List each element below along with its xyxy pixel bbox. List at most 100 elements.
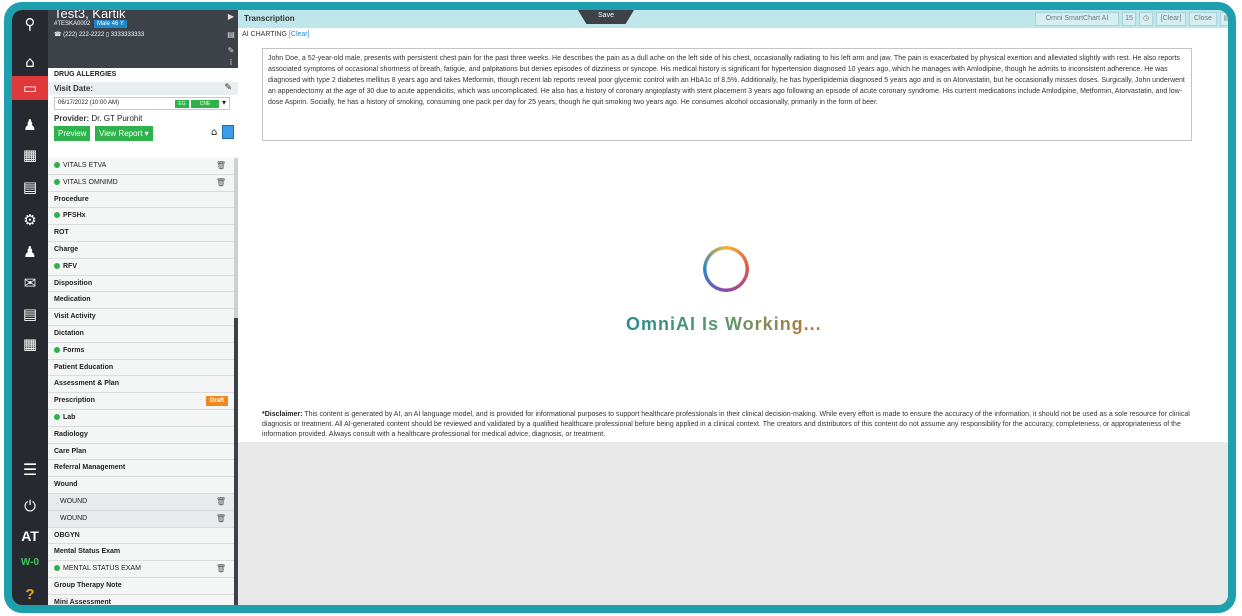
power-icon[interactable]: ⏻ — [12, 494, 48, 518]
patient-billing-icon[interactable]: ♟ — [12, 240, 48, 264]
menu-item-label: Group Therapy Note — [54, 581, 122, 589]
status-dot-icon — [54, 178, 60, 185]
expand-arrow-icon[interactable]: ▶ — [224, 12, 238, 21]
visit-date-bar: Visit Date: ✎ — [48, 82, 238, 95]
menu-item-label: Charge — [54, 245, 79, 253]
bell-icon[interactable]: ⌂ — [211, 127, 217, 138]
menu-item[interactable]: Lab — [48, 410, 234, 427]
dollar-gear-icon[interactable]: ⚙ — [12, 208, 48, 232]
visit-date-value: 06/17/2022 (10:00 AM) — [58, 100, 120, 106]
menu-item[interactable]: VITALS ETVA 🗑 — [48, 158, 234, 175]
ai-charting-panel: AI CHARTING [Clear] John Doe, a 52-year-… — [238, 28, 1228, 442]
patient-icon[interactable]: ♟ — [12, 113, 48, 137]
menu-item[interactable]: Dictation — [48, 326, 234, 343]
patient-gender-age-badge: Male 46 Y — [94, 20, 127, 28]
menu-item-label: Care Plan — [54, 447, 87, 455]
menu-item[interactable]: OBGYN — [48, 528, 234, 545]
chevron-down-icon[interactable]: ▾ — [222, 98, 226, 107]
menu-item[interactable]: Group Therapy Note — [48, 578, 234, 595]
trash-icon[interactable]: 🗑 — [216, 175, 226, 191]
encounter-section-list: VITALS ETVA 🗑 VITALS OMNIMD 🗑 Procedure PFSHx… — [48, 158, 234, 606]
menu-item[interactable]: Charge — [48, 242, 234, 259]
menu-item[interactable]: Disposition — [48, 276, 234, 293]
home-icon[interactable]: ⌂ — [12, 50, 48, 74]
chart-icon[interactable]: ▭ — [12, 76, 48, 100]
messages-icon[interactable]: ✉ — [12, 271, 48, 295]
menu-item-label: VITALS OMNIMD — [63, 178, 118, 186]
status-dot-icon — [54, 565, 60, 572]
status-dot-icon — [54, 262, 60, 269]
visit-date-select[interactable]: 06/17/2022 (10:00 AM) EG CNE ▾ — [54, 97, 230, 110]
ai-charting-clear-link[interactable]: [Clear] — [289, 31, 310, 38]
smartchart-button[interactable]: Omni SmartChart AI — [1035, 12, 1119, 26]
close-button[interactable]: Close — [1189, 12, 1217, 26]
visit-panel: DRUG ALLERGIES Visit Date: ✎ 06/17/2022 … — [48, 68, 238, 158]
menu-item[interactable]: Medication — [48, 292, 234, 310]
view-report-button[interactable]: View Report ▾ — [95, 126, 153, 141]
count-badge: 15 — [1122, 12, 1136, 26]
help-icon[interactable]: ? — [12, 582, 48, 605]
menu-item[interactable]: Assessment & Plan — [48, 376, 234, 394]
menu-item[interactable]: Care Plan — [48, 444, 234, 461]
billing-doc-icon[interactable]: ▤ — [12, 175, 48, 199]
drug-allergies-label[interactable]: DRUG ALLERGIES — [54, 71, 116, 78]
menu-item[interactable]: Radiology — [48, 427, 234, 444]
menu-item[interactable]: VITALS OMNIMD 🗑 — [48, 175, 234, 192]
trash-icon[interactable]: 🗑 — [216, 494, 226, 510]
menu-item-label: Mini Assessment — [54, 598, 111, 606]
transcript-textarea[interactable]: John Doe, a 52-year-old male, presents w… — [262, 48, 1192, 141]
menu-item-label: ROT — [54, 229, 69, 237]
edit-visit-pencil-icon[interactable]: ✎ — [224, 83, 232, 93]
menu-item-label: RFV — [63, 262, 77, 270]
calculator-icon[interactable]: ▤ — [224, 30, 238, 39]
document-icon[interactable]: ▤ — [12, 302, 48, 326]
menu-item-label: WOUND — [60, 497, 88, 505]
menu-item[interactable]: WOUND 🗑 — [48, 493, 234, 511]
calendar-icon[interactable]: ▦ — [12, 143, 48, 167]
loading-spinner-icon — [703, 246, 749, 292]
menu-item[interactable]: Procedure — [48, 192, 234, 209]
menu-item[interactable]: Mini Assessment — [48, 595, 234, 606]
visit-date-label: Visit Date: — [54, 84, 93, 93]
transcription-toolbar: Transcription Save Omni SmartChart AI 15… — [238, 10, 1228, 28]
menu-item-label: Mental Status Exam — [54, 548, 121, 556]
collapse-icon[interactable]: ▤ — [1220, 12, 1228, 26]
app-frame: ⚲ ⌂ ▭ ♟ ▦ ▤ ⚙ ♟ ✉ ▤ ▦ ☰ ⏻ AT W-0? Test3, Kartik #TESKA… — [4, 2, 1236, 613]
menu-item[interactable]: Wound — [48, 477, 234, 494]
menu-item[interactable]: RFV — [48, 259, 234, 276]
visit-tag-eg: EG — [175, 100, 189, 108]
menu-item[interactable]: Mental Status Exam — [48, 544, 234, 562]
trash-icon[interactable]: 🗑 — [216, 511, 226, 527]
info-icon[interactable]: i — [224, 58, 238, 67]
menu-item[interactable]: Referral Management — [48, 460, 234, 478]
menu-icon[interactable]: ☰ — [12, 457, 48, 481]
search-icon[interactable]: ⚲ — [12, 12, 48, 36]
status-dot-icon — [54, 212, 60, 219]
menu-item[interactable]: WOUND 🗑 — [48, 510, 234, 528]
provider-line: Provider: Dr. GT Purohit — [54, 114, 142, 123]
menu-item[interactable]: MENTAL STATUS EXAM 🗑 — [48, 561, 234, 578]
menu-item-label: Radiology — [54, 430, 88, 438]
clock-icon[interactable]: ◷ — [1139, 12, 1153, 26]
grid-icon[interactable]: ▦ — [12, 332, 48, 356]
menu-item-label: Procedure — [54, 195, 89, 203]
save-button[interactable]: Save — [578, 10, 634, 24]
patient-name[interactable]: Test3, Kartik — [54, 10, 126, 21]
menu-item[interactable]: ROT — [48, 225, 234, 242]
trash-icon[interactable]: 🗑 — [216, 561, 226, 577]
user-initials[interactable]: AT — [12, 524, 48, 548]
menu-item[interactable]: PFSHx — [48, 208, 234, 226]
menu-item-label: Medication — [54, 296, 91, 304]
edit-pencil-icon[interactable]: ✎ — [224, 46, 238, 55]
preview-button[interactable]: Preview — [54, 126, 91, 141]
menu-item[interactable]: Forms — [48, 343, 234, 360]
workstation-label[interactable]: W-0 — [12, 550, 48, 574]
trash-icon[interactable]: 🗑 — [216, 158, 226, 174]
phone-icon: ☎ — [54, 32, 64, 38]
ai-charting-label: AI CHARTING — [242, 31, 287, 38]
menu-item[interactable]: Visit Activity — [48, 309, 234, 326]
clear-button[interactable]: [Clear] — [1156, 12, 1186, 26]
menu-item[interactable]: Prescription Draft — [48, 393, 234, 410]
document-icon[interactable] — [222, 125, 234, 139]
menu-item[interactable]: Patient Education — [48, 360, 234, 377]
